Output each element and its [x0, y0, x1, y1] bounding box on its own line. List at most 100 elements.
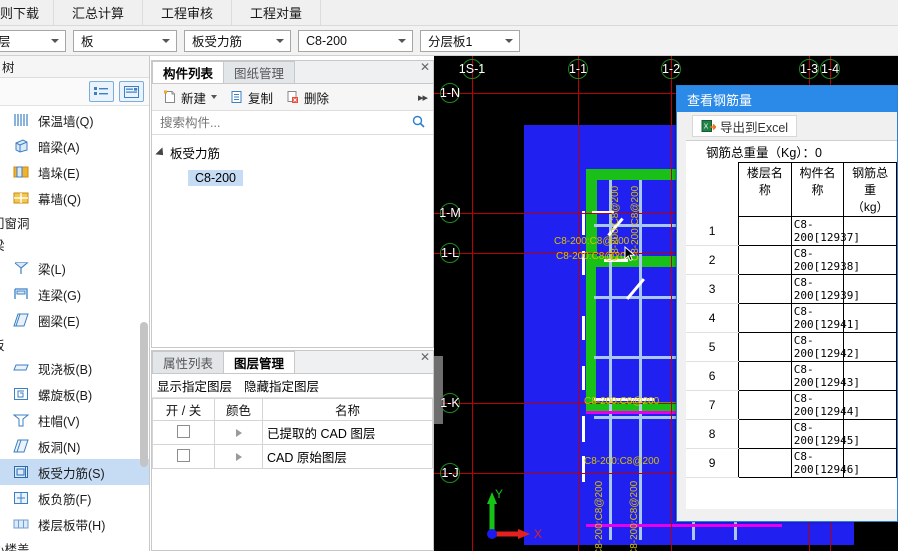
table-row[interactable]: 4 C8-200[12941]	[686, 303, 897, 333]
table-row[interactable]: 3 C8-200[12939]	[686, 274, 897, 304]
tab-component-list[interactable]: 构件列表	[152, 61, 225, 83]
sidebar-item-insulation-wall[interactable]: 保温墙(Q)	[0, 107, 149, 133]
grid-bubble-1-M[interactable]: 1-M	[439, 202, 461, 224]
table-row[interactable]: 已提取的 CAD 图层	[152, 420, 433, 445]
expand-triangle-icon[interactable]	[235, 452, 242, 461]
checkbox-icon[interactable]	[177, 424, 190, 438]
sidebar-item-beam[interactable]: 梁(L)	[0, 255, 149, 281]
sidebar-group-openings[interactable]: 门窗洞	[0, 211, 149, 233]
list-view-button[interactable]	[89, 81, 114, 102]
checkbox-icon[interactable]	[177, 448, 190, 462]
sidebar-item-ring-beam[interactable]: 圈梁(E)	[0, 307, 149, 333]
grid-bubble-1-2[interactable]: 1-2	[660, 58, 682, 80]
sidebar-item-spiral-slab[interactable]: 螺旋板(B)	[0, 381, 149, 407]
rebar-table-header: 楼层名称 构件名称 钢筋总重 （kg）	[686, 162, 897, 217]
canvas-scrollbar[interactable]	[434, 356, 443, 424]
tree-root-node[interactable]: 板受力筋	[155, 141, 433, 164]
sidebar-item-hidden-beam[interactable]: 暗梁(A)	[0, 133, 149, 159]
menu-item-rule-download[interactable]: 则下载	[0, 0, 55, 25]
close-icon[interactable]: ✕	[420, 351, 430, 363]
sidebar-scrollbar[interactable]	[140, 322, 148, 467]
tab-property-list[interactable]: 属性列表	[152, 351, 225, 373]
tab-layer-management[interactable]: 图层管理	[223, 351, 296, 373]
cell-component-name: C8-200[12942]	[790, 332, 860, 362]
col-index	[686, 162, 739, 217]
grid-bubble-1-L[interactable]: 1-L	[439, 242, 461, 264]
close-icon[interactable]: ✕	[420, 61, 430, 73]
menu-item-project-review[interactable]: 工程审核	[143, 0, 233, 25]
sidebar-item-column-cap[interactable]: 柱帽(V)	[0, 407, 149, 433]
category-combo[interactable]: 板	[73, 29, 177, 52]
table-row[interactable]: 8 C8-200[12945]	[686, 419, 897, 449]
layer-color-cell[interactable]	[214, 420, 263, 445]
chevron-down-icon[interactable]	[211, 95, 218, 99]
grid-bubble-1-1[interactable]: 1-1	[567, 58, 589, 80]
delete-button-label: 删除	[304, 91, 330, 106]
search-icon[interactable]	[412, 115, 425, 131]
grid-line-vertical	[578, 56, 579, 551]
component-combo[interactable]: C8-200	[298, 29, 413, 52]
tree-item-c8-200[interactable]: C8-200	[188, 170, 243, 186]
export-to-excel-button[interactable]: X 导出到Excel	[692, 115, 798, 137]
new-button[interactable]: 新建	[156, 88, 223, 107]
sidebar-item-coupling-beam[interactable]: 连梁(G)	[0, 281, 149, 307]
search-input[interactable]	[158, 114, 401, 131]
magenta-edge	[586, 524, 782, 527]
show-specified-layers-button[interactable]: 显示指定图层	[157, 376, 232, 395]
sidebar-group-slabs[interactable]: 板	[0, 333, 149, 355]
table-row[interactable]: 2 C8-200[12938]	[686, 245, 897, 275]
coupling-beam-icon	[10, 285, 32, 303]
layer-checkbox-cell[interactable]	[152, 444, 215, 469]
sidebar-group-beams[interactable]: 梁	[0, 233, 149, 255]
component-combo-value: C8-200	[306, 33, 347, 48]
table-row[interactable]: CAD 原始图层	[152, 444, 433, 469]
sidebar-group-hollow-floor[interactable]: 心楼盖	[0, 537, 149, 551]
grid-bubble-1-J[interactable]: 1-J	[439, 462, 461, 484]
sidebar-item-slab-negative-rebar[interactable]: 板负筋(F)	[0, 485, 149, 511]
rebar-annotation: C8-200:C8@200	[594, 480, 605, 551]
hidden-beam-icon	[10, 137, 32, 155]
table-row[interactable]: 9 C8-200[12946]	[686, 448, 897, 478]
cell-floor-name	[738, 245, 792, 275]
grid-label: 1-J	[441, 466, 459, 480]
beam-icon	[10, 259, 32, 277]
layer-combo[interactable]: 分层板1	[420, 29, 520, 52]
cell-floor-name	[738, 390, 792, 420]
overflow-chevron-icon[interactable]: ▸▸	[418, 91, 428, 104]
rebar-table-scroll[interactable]: 楼层名称 构件名称 钢筋总重 （kg） 1 C8-200[12937] 2 C8…	[686, 162, 897, 509]
sidebar-item-wall-pier[interactable]: 墙垛(E)	[0, 159, 149, 185]
grid-bubble-1-4[interactable]: 1-4	[819, 58, 841, 80]
menu-item-project-compare[interactable]: 工程对量	[232, 0, 322, 25]
chevron-down-icon	[276, 38, 284, 43]
layer-color-cell[interactable]	[214, 444, 263, 469]
copy-button[interactable]: 复制	[223, 88, 279, 107]
export-to-excel-label: 导出到Excel	[720, 120, 789, 135]
table-row[interactable]: 1 C8-200[12937]	[686, 216, 897, 246]
layer-table-header: 开 / 关 颜色 名称	[152, 398, 433, 421]
sidebar-item-floor-slab-band[interactable]: 楼层板带(H)	[0, 511, 149, 537]
detail-view-icon	[124, 85, 139, 98]
copy-icon	[229, 89, 245, 105]
hide-specified-layers-button[interactable]: 隐藏指定图层	[244, 376, 319, 395]
detail-view-button[interactable]	[119, 81, 144, 102]
menu-item-summary-calc[interactable]: 汇总计算	[54, 0, 144, 25]
expand-triangle-icon[interactable]	[235, 428, 242, 437]
table-row[interactable]: 6 C8-200[12943]	[686, 361, 897, 391]
element-type-combo[interactable]: 板受力筋	[184, 29, 291, 52]
curtain-wall-icon	[10, 189, 32, 207]
delete-button[interactable]: 删除	[279, 88, 335, 107]
sidebar-item-cast-slab[interactable]: 现浇板(B)	[0, 355, 149, 381]
sidebar-item-slab-rebar[interactable]: 板受力筋(S)	[0, 459, 149, 485]
expand-triangle-icon[interactable]	[155, 146, 167, 159]
grid-bubble-1S-1[interactable]: 1S-1	[459, 58, 485, 80]
table-row[interactable]: 5 C8-200[12942]	[686, 332, 897, 362]
sidebar-item-label: 保温墙(Q)	[38, 114, 94, 129]
layer-checkbox-cell[interactable]	[152, 420, 215, 445]
sidebar-item-slab-hole[interactable]: 板洞(N)	[0, 433, 149, 459]
tab-drawing-management[interactable]: 图纸管理	[223, 61, 296, 83]
sidebar-item-curtain-wall[interactable]: 幕墙(Q)	[0, 185, 149, 211]
table-row[interactable]: 7 C8-200[12944]	[686, 390, 897, 420]
grid-bubble-1-3[interactable]: 1-3	[798, 58, 820, 80]
floor-combo[interactable]: 层	[0, 29, 66, 52]
grid-bubble-1-N[interactable]: 1-N	[439, 82, 461, 104]
